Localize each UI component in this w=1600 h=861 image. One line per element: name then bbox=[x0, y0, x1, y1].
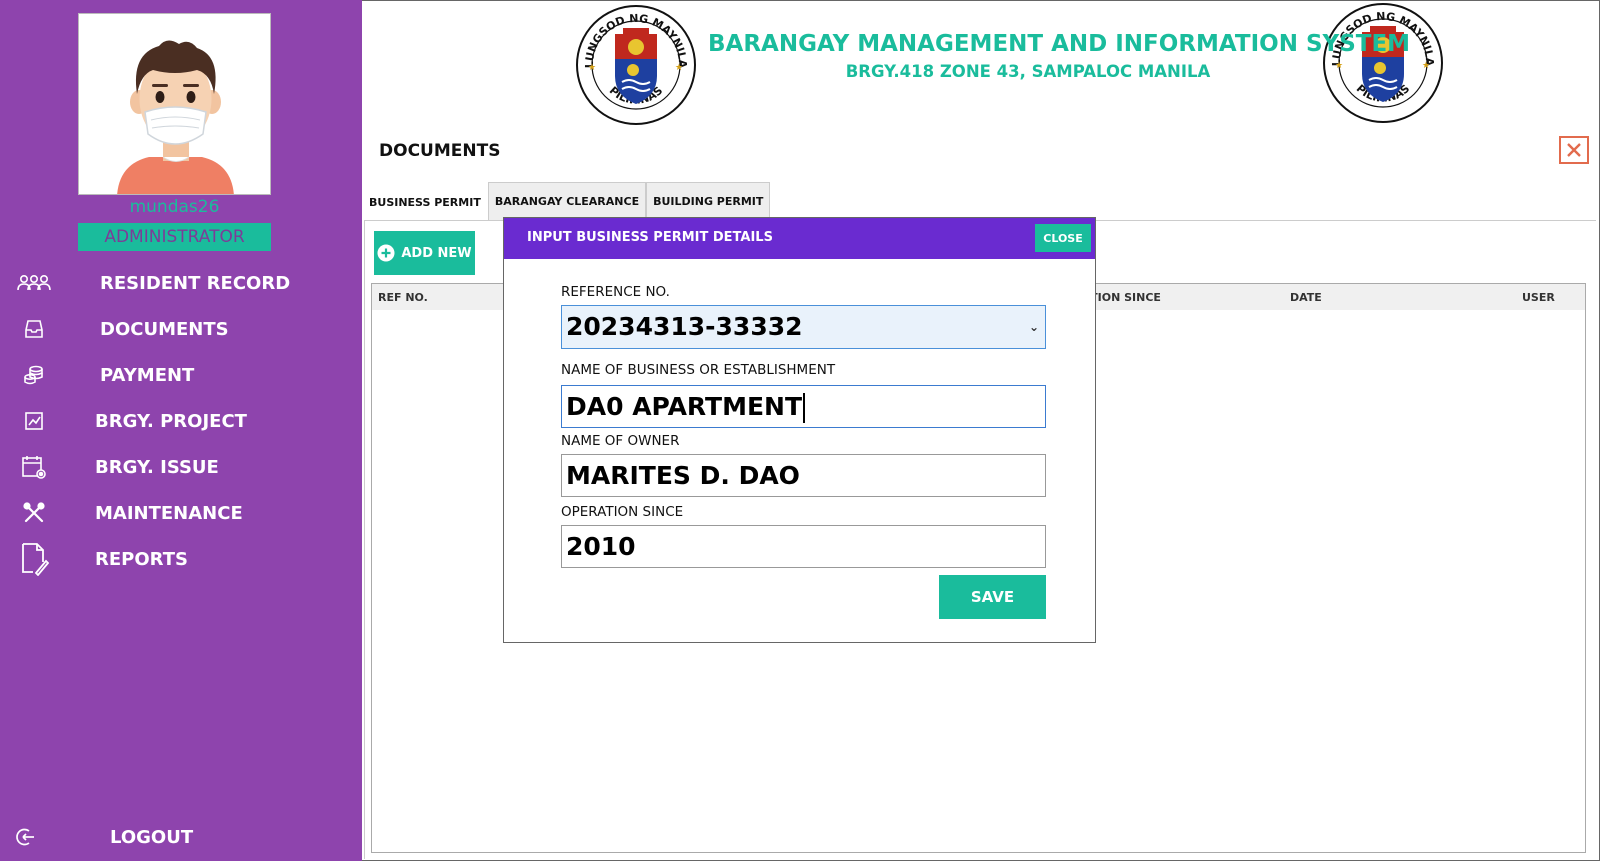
city-seal-logo: LUNGSOD NG MAYNILA PILIPINAS ★ ★ bbox=[576, 5, 696, 125]
svg-text:★: ★ bbox=[588, 63, 596, 73]
sidebar-item-label: RESIDENT RECORD bbox=[100, 272, 291, 294]
column-header[interactable]: REF NO. bbox=[378, 291, 428, 304]
svg-text:★: ★ bbox=[1422, 61, 1430, 71]
reference-value: 20234313-33332 bbox=[566, 312, 803, 341]
sidebar-item-label: PAYMENT bbox=[100, 364, 195, 386]
business-name-value: DA0 APARTMENT bbox=[566, 392, 803, 421]
owner-value: MARITES D. DAO bbox=[566, 461, 800, 490]
app-window: mundas26 ADMINISTRATOR RESIDENT RECORD D… bbox=[0, 0, 1600, 861]
calendar-gear-icon bbox=[16, 452, 52, 482]
tab-barangay-clearance[interactable]: BARANGAY CLEARANCE bbox=[487, 182, 647, 220]
owner-input[interactable]: MARITES D. DAO bbox=[561, 454, 1046, 497]
sidebar-item-resident-record[interactable]: RESIDENT RECORD bbox=[0, 263, 362, 303]
plus-circle-icon bbox=[377, 244, 395, 262]
dialog-close-button[interactable]: CLOSE bbox=[1035, 224, 1091, 252]
sidebar-item-label: BRGY. ISSUE bbox=[95, 456, 219, 478]
owner-label: NAME OF OWNER bbox=[561, 433, 680, 449]
system-subtitle: BRGY.418 ZONE 43, SAMPALOC MANILA bbox=[845, 62, 1211, 81]
system-title: BARANGAY MANAGEMENT AND INFORMATION SYST… bbox=[708, 31, 1411, 57]
document-tabs: BUSINESS PERMIT BARANGAY CLEARANCE BUILD… bbox=[362, 182, 771, 221]
sidebar-item-brgy-issue[interactable]: BRGY. ISSUE bbox=[0, 447, 362, 487]
close-window-button[interactable] bbox=[1559, 136, 1589, 164]
sidebar-item-payment[interactable]: PAYMENT bbox=[0, 355, 362, 395]
text-caret bbox=[803, 393, 806, 423]
reference-select[interactable]: 20234313-33332 ⌄ bbox=[561, 305, 1046, 349]
logout-icon bbox=[8, 822, 44, 852]
sidebar-item-reports[interactable]: REPORTS bbox=[0, 539, 362, 579]
reference-label: REFERENCE NO. bbox=[561, 284, 670, 300]
sidebar-item-label: BRGY. PROJECT bbox=[95, 410, 247, 432]
column-header[interactable]: USER bbox=[1522, 291, 1555, 304]
save-button[interactable]: SAVE bbox=[939, 575, 1046, 619]
tools-icon bbox=[16, 498, 52, 528]
sidebar-item-documents[interactable]: DOCUMENTS bbox=[0, 309, 362, 349]
add-new-label: ADD NEW bbox=[401, 245, 472, 261]
coins-icon bbox=[16, 360, 52, 390]
inbox-icon bbox=[16, 314, 52, 344]
logout-label: LOGOUT bbox=[110, 826, 194, 848]
tab-building-permit[interactable]: BUILDING PERMIT bbox=[646, 182, 771, 220]
role-badge: ADMINISTRATOR bbox=[78, 223, 271, 251]
document-edit-icon bbox=[16, 543, 52, 576]
sidebar-item-label: MAINTENANCE bbox=[95, 502, 243, 524]
business-name-input[interactable]: DA0 APARTMENT bbox=[561, 385, 1046, 428]
business-name-label: NAME OF BUSINESS OR ESTABLISHMENT bbox=[561, 362, 836, 378]
operation-since-input[interactable]: 2010 bbox=[561, 525, 1046, 568]
page-title: DOCUMENTS bbox=[379, 141, 501, 161]
sidebar-item-brgy-project[interactable]: BRGY. PROJECT bbox=[0, 401, 362, 441]
users-icon bbox=[16, 268, 52, 298]
username-label: mundas26 bbox=[129, 197, 220, 217]
chevron-down-icon: ⌄ bbox=[1028, 320, 1039, 334]
column-header[interactable]: DATE bbox=[1290, 291, 1322, 304]
dialog-header: INPUT BUSINESS PERMIT DETAILS CLOSE bbox=[504, 218, 1095, 259]
sidebar-item-maintenance[interactable]: MAINTENANCE bbox=[0, 493, 362, 533]
sidebar-item-label: DOCUMENTS bbox=[100, 318, 229, 340]
tab-business-permit[interactable]: BUSINESS PERMIT bbox=[362, 182, 488, 221]
svg-text:★: ★ bbox=[675, 63, 683, 73]
close-icon bbox=[1567, 143, 1581, 157]
chart-icon bbox=[16, 406, 52, 436]
operation-since-value: 2010 bbox=[566, 532, 636, 561]
logout-button[interactable]: LOGOUT bbox=[0, 817, 362, 857]
sidebar: mundas26 ADMINISTRATOR RESIDENT RECORD D… bbox=[0, 0, 362, 861]
business-permit-dialog: INPUT BUSINESS PERMIT DETAILS CLOSE REFE… bbox=[503, 217, 1096, 643]
sidebar-item-label: REPORTS bbox=[95, 548, 188, 570]
avatar bbox=[78, 13, 271, 195]
dialog-title: INPUT BUSINESS PERMIT DETAILS bbox=[527, 230, 773, 245]
operation-since-label: OPERATION SINCE bbox=[561, 504, 684, 520]
add-new-button[interactable]: ADD NEW bbox=[374, 231, 475, 275]
